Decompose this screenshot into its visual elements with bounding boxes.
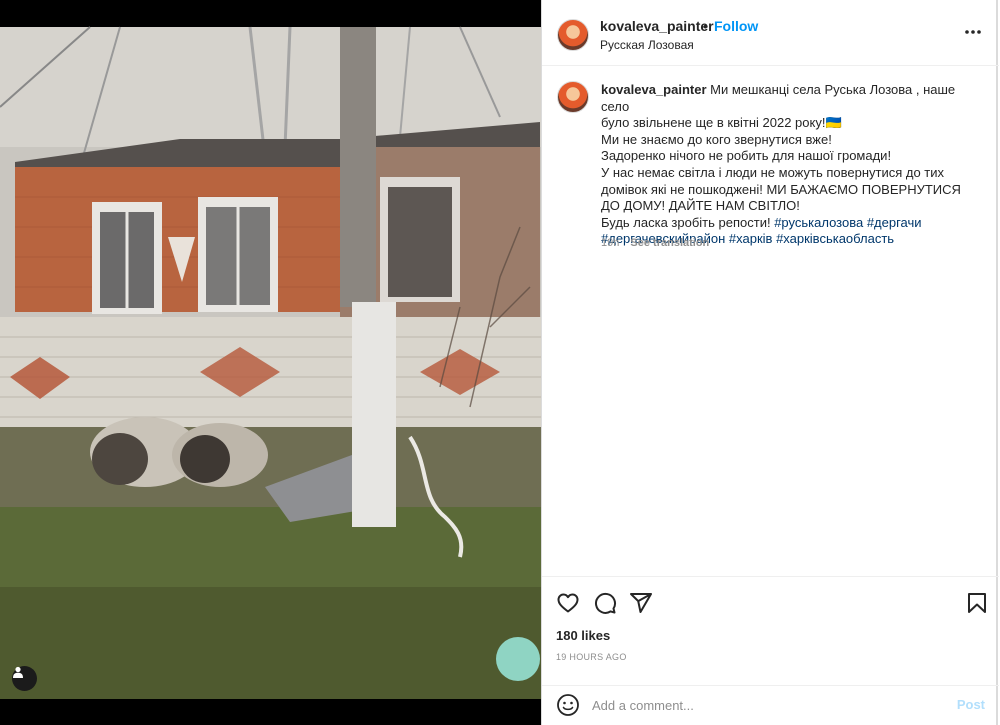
- likes-count[interactable]: 180 likes: [556, 628, 610, 643]
- caption-line: Будь ласка зробіть репости!: [601, 214, 771, 230]
- post-age: 19h: [601, 237, 620, 249]
- hashtag-link[interactable]: #дергачи: [867, 215, 922, 230]
- heart-icon[interactable]: [556, 591, 580, 615]
- caption-line: У нас немає світла і люди не можуть пове…: [601, 164, 945, 180]
- post-media[interactable]: [0, 0, 541, 725]
- header-separator: •: [703, 18, 708, 34]
- post-comment-button[interactable]: Post: [957, 697, 985, 712]
- caption-avatar[interactable]: [557, 81, 589, 113]
- tagged-users-button[interactable]: [12, 666, 37, 691]
- caption-section: kovaleva_painter Ми мешканці села Руська…: [542, 66, 999, 576]
- caption-text: kovaleva_painter Ми мешканці села Руська…: [601, 82, 981, 248]
- header-username[interactable]: kovaleva_painter: [600, 18, 714, 34]
- more-options-icon[interactable]: [963, 22, 983, 42]
- follow-button[interactable]: Follow: [714, 18, 758, 34]
- post-details-panel: kovaleva_painter • Follow Русская Лозова…: [541, 0, 999, 725]
- action-bar: 180 likes 19 HOURS AGO: [542, 576, 999, 685]
- avatar[interactable]: [557, 19, 589, 51]
- user-tag-icon: [13, 666, 23, 678]
- emoji-icon[interactable]: [556, 693, 580, 717]
- caption-line: ДО ДОМУ! ДАЙТЕ НАМ СВІТЛО!: [601, 198, 800, 214]
- location-link[interactable]: Русская Лозовая: [600, 38, 694, 52]
- share-icon[interactable]: [629, 591, 653, 615]
- hashtag-link[interactable]: #харківськаобласть: [776, 231, 894, 246]
- comment-icon[interactable]: [593, 591, 617, 615]
- bookmark-icon[interactable]: [965, 591, 989, 615]
- caption-line: домівок які не пошкоджені! МИ БАЖАЄМО ПО…: [601, 181, 961, 197]
- post-header: kovaleva_painter • Follow Русская Лозова…: [542, 0, 999, 66]
- caption-line: Ми не знаємо до кого звернутися вже!: [601, 131, 832, 147]
- comment-composer: Post: [542, 685, 999, 725]
- hashtag-link[interactable]: #руськалозова: [774, 215, 863, 230]
- hashtag-link[interactable]: #харків: [729, 231, 773, 246]
- caption-username[interactable]: kovaleva_painter: [601, 82, 707, 97]
- post-photo: [0, 0, 541, 725]
- caption-line: Задоренко нічого не робить для нашої гро…: [601, 148, 892, 164]
- post-timestamp: 19 HOURS AGO: [556, 652, 627, 662]
- see-translation-link[interactable]: See translation: [630, 237, 709, 249]
- caption-line: було звільнене ще в квітні 2022 року!🇺🇦: [601, 115, 842, 131]
- comment-input[interactable]: [592, 695, 932, 715]
- caption-meta: 19h See translation: [601, 237, 709, 249]
